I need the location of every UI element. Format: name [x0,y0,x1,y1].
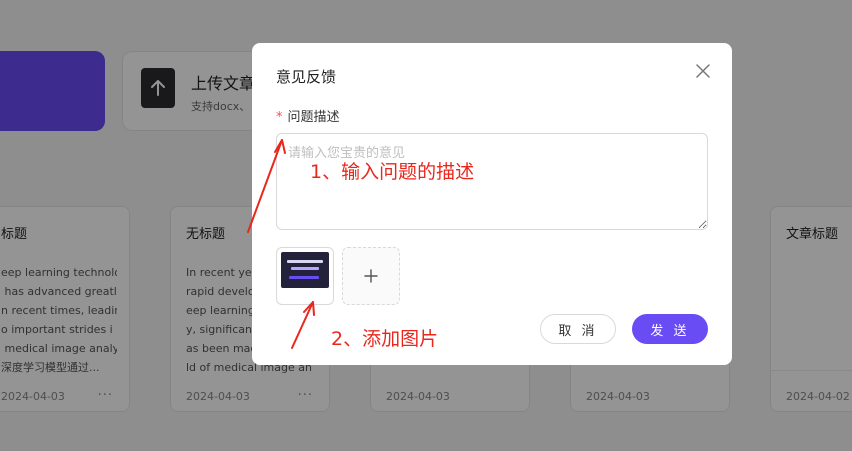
annotation-step2: 2、添加图片 [331,328,439,350]
cancel-button[interactable]: 取 消 [540,314,616,344]
annotation-step1: 1、输入问题的描述 [310,161,475,183]
modal-title: 意见反馈 [276,68,337,86]
feedback-modal: 意见反馈 * 问题描述 取 消 发 送 [252,43,732,365]
uploaded-image-thumbnail[interactable] [276,247,334,305]
plus-icon [364,269,378,283]
field-label: * 问题描述 [276,106,340,125]
close-icon [696,64,710,78]
thumbnail-image [281,252,329,288]
close-button[interactable] [693,61,713,81]
add-image-button[interactable] [342,247,400,305]
field-label-text: 问题描述 [287,110,340,125]
required-mark: * [276,110,283,125]
send-button[interactable]: 发 送 [632,314,708,344]
